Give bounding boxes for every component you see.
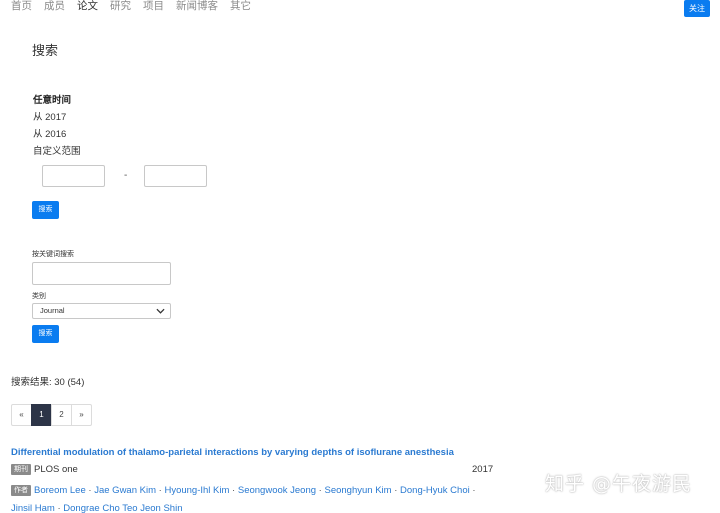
author-link[interactable]: Teo [122, 503, 137, 513]
paper-journal-line: 期刊 PLOS one [11, 464, 78, 475]
pager-page-2[interactable]: 2 [51, 404, 72, 426]
paper-title-link[interactable]: Differential modulation of thalamo-parie… [11, 447, 454, 458]
author-link[interactable]: Seonghyun Kim [324, 485, 391, 496]
keyword-label: 按关键词搜索 [32, 251, 74, 258]
search-title: 搜索 [32, 43, 59, 58]
author-link[interactable]: Seongwook Jeong [238, 485, 316, 496]
follow-button[interactable]: 关注 [684, 0, 710, 17]
nav-projects[interactable]: 项目 [143, 0, 164, 14]
time-search-button[interactable]: 搜索 [32, 201, 59, 219]
category-label: 类别 [32, 293, 46, 300]
results-summary: 搜索结果: 30 (54) [11, 377, 85, 388]
paper-authors: 作者 Boreom Lee · Jae Gwan Kim · Hyoung-Ihl… [11, 485, 476, 513]
time-option-custom[interactable]: 自定义范围 [33, 143, 81, 160]
author-link[interactable]: Hyoung-Ihl Kim [164, 485, 229, 496]
authors-tag: 作者 [11, 485, 31, 496]
nav-other[interactable]: 其它 [230, 0, 251, 14]
range-separator: - [124, 170, 128, 181]
time-option-2016[interactable]: 从 2016 [33, 126, 81, 143]
paper-journal: PLOS one [34, 464, 78, 475]
pagination: « 1 2 » [11, 404, 92, 426]
nav-papers[interactable]: 论文 [77, 0, 98, 14]
time-filter-heading: 任意时间 [33, 95, 72, 106]
chevron-down-icon [156, 308, 165, 314]
nav-home[interactable]: 首页 [11, 0, 32, 14]
pager-next[interactable]: » [71, 404, 92, 426]
time-filter: 任意时间 从 2017 从 2016 自定义范围 [33, 92, 81, 160]
pager-prev[interactable]: « [11, 404, 32, 426]
pager-page-1[interactable]: 1 [31, 404, 52, 426]
author-link[interactable]: Jae Gwan Kim [94, 485, 156, 496]
watermark: 知乎 @午夜游民 [545, 473, 693, 495]
range-to-input[interactable] [144, 165, 207, 187]
paper-year: 2017 [472, 464, 494, 475]
nav-news-blog[interactable]: 新闻博客 [176, 0, 218, 14]
top-nav: 首页 成员 论文 研究 项目 新闻博客 其它 [11, 0, 251, 14]
keyword-search-button[interactable]: 搜索 [32, 325, 59, 343]
author-link[interactable]: Jeon Shin [140, 503, 182, 513]
keyword-input[interactable] [32, 262, 171, 285]
journal-tag: 期刊 [11, 464, 31, 475]
category-selected-value: Journal [40, 306, 65, 315]
time-option-2017[interactable]: 从 2017 [33, 109, 81, 126]
author-link[interactable]: Dongrae Cho [63, 503, 120, 513]
range-from-input[interactable] [42, 165, 105, 187]
nav-members[interactable]: 成员 [44, 0, 65, 14]
author-link[interactable]: Dong-Hyuk Choi [400, 485, 470, 496]
author-link[interactable]: Boreom Lee [34, 485, 86, 496]
author-link[interactable]: Jinsil Ham [11, 503, 55, 513]
category-select[interactable]: Journal [32, 303, 171, 319]
nav-research[interactable]: 研究 [110, 0, 131, 14]
